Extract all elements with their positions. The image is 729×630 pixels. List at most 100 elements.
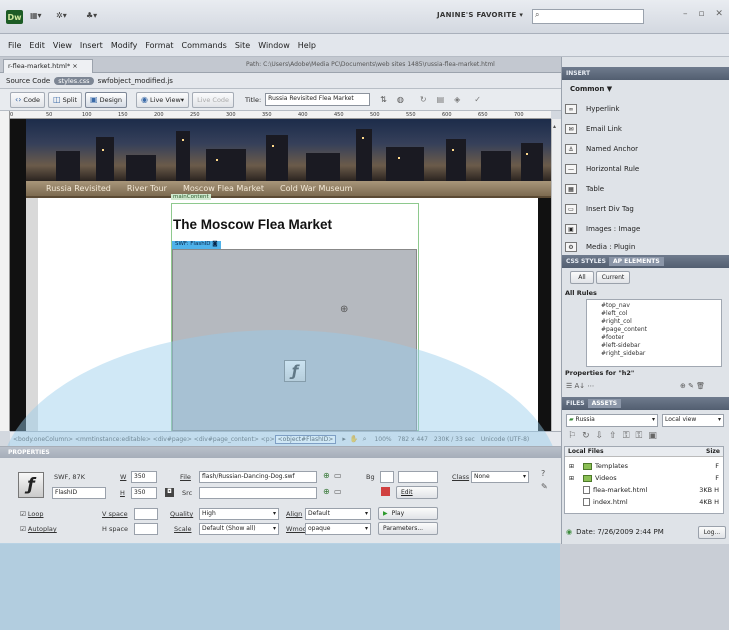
menu-window[interactable]: Window — [258, 41, 290, 50]
edit-button[interactable]: Edit — [396, 486, 438, 499]
ap-elements-tab[interactable]: AP ELEMENTS — [608, 257, 664, 266]
insert-email-link[interactable]: ✉ Email Link — [565, 119, 715, 139]
align-select[interactable]: Default ▾ — [305, 508, 371, 520]
insert-horizontal-rule[interactable]: — Horizontal Rule — [565, 159, 715, 179]
menu-insert[interactable]: Insert — [80, 41, 103, 50]
menu-commands[interactable]: Commands — [182, 41, 227, 50]
css-rule[interactable]: #left-sidebar — [601, 342, 721, 350]
browse-folder-icon[interactable]: ▭ — [334, 471, 342, 480]
point-to-src-icon[interactable]: ⊕ — [323, 487, 330, 496]
swf-id-field[interactable]: FlashID — [52, 487, 106, 499]
page-heading[interactable]: The Moscow Flea Market — [173, 217, 332, 232]
css-view-icons[interactable]: ☰ A↓ ⋯ — [566, 382, 594, 390]
files-tab[interactable]: FILES — [566, 400, 585, 407]
workspace-switcher[interactable]: JANINE'S FAVORITE ▾ — [437, 11, 523, 19]
file-management-icon[interactable]: ⇅ — [380, 95, 387, 104]
nav-russia-revisited[interactable]: Russia Revisited — [46, 184, 111, 193]
parameters-button[interactable]: Parameters... — [378, 522, 438, 535]
properties-header[interactable]: PROPERTIES — [0, 447, 561, 458]
point-to-file-icon[interactable]: ⊕ — [323, 471, 330, 480]
css-rule[interactable]: #footer — [601, 334, 721, 342]
menu-site[interactable]: Site — [235, 41, 250, 50]
visual-aids-icon[interactable]: ◈ — [454, 95, 460, 104]
preview-browser-icon[interactable]: ◍ — [397, 95, 404, 104]
design-view-button[interactable]: ▣ Design — [85, 91, 128, 108]
css-panel-header[interactable]: CSS STYLES AP ELEMENTS — [562, 255, 729, 268]
insert-image[interactable]: ▣ Images : Image — [565, 219, 715, 239]
css-styles-tab[interactable]: CSS STYLES — [566, 258, 606, 265]
select-tool-icon[interactable]: ▸ — [342, 435, 346, 443]
vspace-field[interactable] — [134, 508, 158, 520]
file-row-videos[interactable]: ⊞ Videos F — [569, 472, 719, 484]
design-canvas[interactable]: Russia Revisited River Tour Moscow Flea … — [10, 119, 551, 431]
play-button[interactable]: ▶ Play — [378, 507, 438, 520]
live-view-button[interactable]: ◉ Live View ▾ — [136, 91, 190, 108]
file-row-flea-market[interactable]: flea-market.html 3KB H — [569, 484, 719, 496]
refresh-icon[interactable]: ↻ — [420, 95, 427, 104]
insert-table[interactable]: ▦ Table — [565, 179, 715, 199]
insert-category-select[interactable]: Common ▼ — [570, 85, 612, 93]
hand-tool-icon[interactable]: ✋ — [350, 435, 359, 443]
document-tab[interactable]: r-flea-market.html* × — [3, 59, 93, 73]
menu-file[interactable]: File — [8, 41, 21, 50]
browse-src-icon[interactable]: ▭ — [334, 487, 342, 496]
help-icon[interactable]: ? — [541, 469, 545, 478]
css-rule[interactable]: #left_col — [601, 310, 721, 318]
menu-format[interactable]: Format — [145, 41, 173, 50]
view-options-icon[interactable]: ▤ — [437, 95, 445, 104]
scale-select[interactable]: Default (Show all) ▾ — [199, 523, 279, 535]
autoplay-checkbox[interactable]: ☑ Autoplay — [20, 525, 57, 533]
src-field[interactable] — [199, 487, 317, 499]
check-page-icon[interactable]: ✓ — [474, 95, 481, 104]
quick-tag-icon[interactable]: ✎ — [541, 482, 548, 491]
selected-tag[interactable]: <object#FlashID> — [274, 434, 337, 444]
wmode-select[interactable]: opaque ▾ — [305, 523, 371, 535]
files-toolbar-icons[interactable]: ⚐↻⇩⇧⚿⚿▣ — [568, 431, 663, 441]
tag-path[interactable]: <body.oneColumn> <mmtinstance:editable> … — [13, 436, 275, 443]
menu-modify[interactable]: Modify — [111, 41, 138, 50]
code-view-button[interactable]: ‹› Code — [10, 91, 46, 108]
files-tree[interactable]: Local Files Size ⊞ Templates F ⊞ Videos F fle… — [564, 446, 724, 514]
file-row-index[interactable]: index.html 4KB H — [569, 496, 719, 508]
vertical-scrollbar[interactable]: ▴ — [551, 119, 561, 431]
swf-placeholder[interactable] — [172, 249, 417, 431]
files-panel-header[interactable]: FILES ASSETS — [562, 397, 729, 410]
css-rule[interactable]: #right_col — [601, 318, 721, 326]
file-field[interactable]: flash/Russian-Dancing-Dog.swf — [199, 471, 317, 483]
css-rules-list[interactable]: #top_nav #left_col #right_col #page_cont… — [586, 299, 722, 367]
window-size[interactable]: 782 x 447 — [398, 436, 428, 443]
bg-color-swatch[interactable] — [380, 471, 394, 483]
insert-hyperlink[interactable]: ∞ Hyperlink — [565, 99, 715, 119]
insert-panel-header[interactable]: INSERT — [562, 67, 729, 80]
extend-icon[interactable]: ✲▾ — [56, 11, 67, 20]
css-rule[interactable]: #right_sidebar — [601, 350, 721, 358]
quality-select[interactable]: High ▾ — [199, 508, 279, 520]
view-select[interactable]: Local view ▾ — [662, 414, 724, 427]
zoom-level[interactable]: 100% — [374, 436, 391, 443]
css-rule[interactable]: #page_content — [601, 326, 721, 334]
layout-icon[interactable]: ▦▾ — [30, 11, 42, 20]
height-field[interactable]: 350 — [131, 487, 157, 499]
site-select[interactable]: ▰ Russia ▾ — [566, 414, 658, 427]
nav-cold-war-museum[interactable]: Cold War Museum — [280, 184, 352, 193]
menu-help[interactable]: Help — [298, 41, 316, 50]
scroll-up-arrow[interactable]: ▴ — [553, 123, 560, 131]
hspace-field[interactable] — [134, 523, 158, 535]
file-row-templates[interactable]: ⊞ Templates F — [569, 460, 719, 472]
bg-color-field[interactable] — [398, 471, 438, 483]
zoom-tool-icon[interactable]: ⌕ — [363, 435, 367, 444]
log-button[interactable]: Log... — [698, 526, 726, 539]
split-view-button[interactable]: ◫ Split — [48, 91, 83, 108]
menu-edit[interactable]: Edit — [29, 41, 45, 50]
source-code-link[interactable]: Source Code — [6, 77, 50, 85]
reset-size-icon[interactable]: ◘ — [165, 488, 174, 497]
css-all-button[interactable]: All — [570, 271, 594, 284]
window-controls[interactable]: – ▫ ✕ — [683, 9, 727, 19]
site-icon[interactable]: ♣▾ — [86, 11, 97, 20]
menu-view[interactable]: View — [53, 41, 72, 50]
width-field[interactable]: 350 — [131, 471, 157, 483]
css-current-button[interactable]: Current — [596, 271, 630, 284]
styles-css-link[interactable]: styles.css — [54, 76, 94, 85]
live-code-button[interactable]: Live Code — [192, 91, 235, 108]
swfobject-link[interactable]: swfobject_modified.js — [98, 77, 173, 85]
